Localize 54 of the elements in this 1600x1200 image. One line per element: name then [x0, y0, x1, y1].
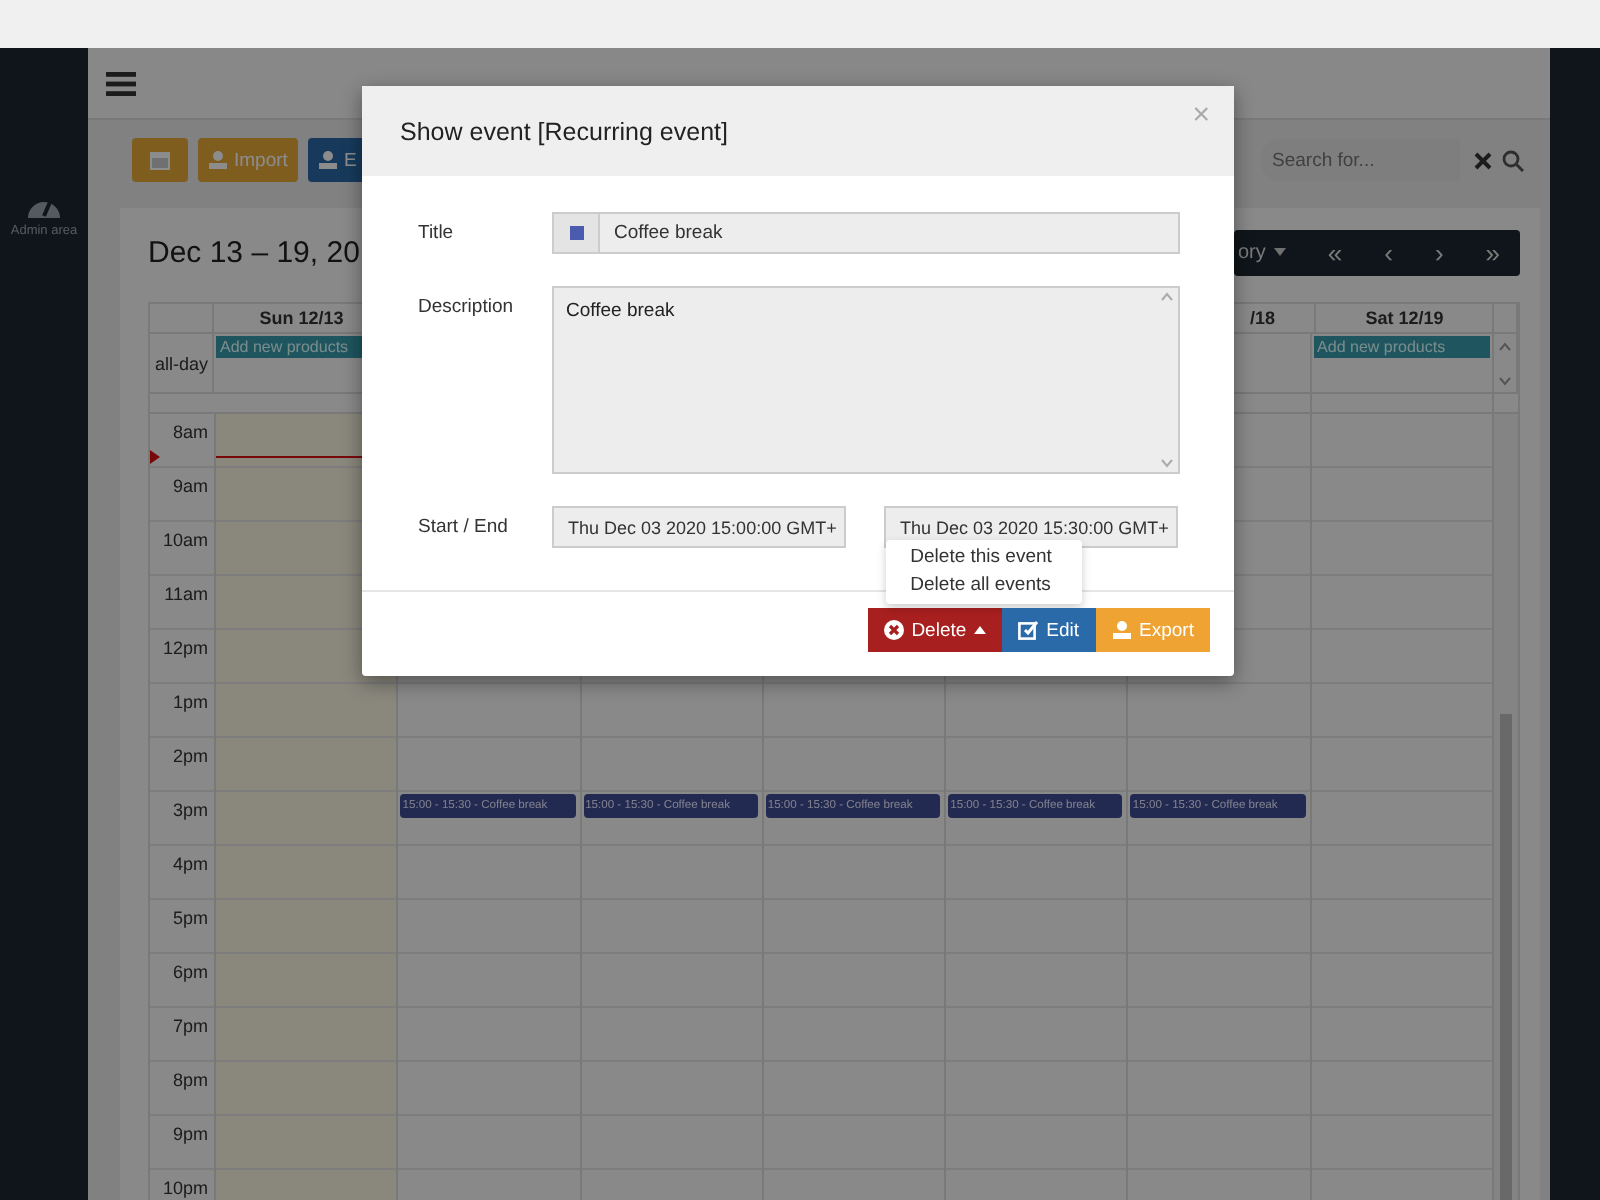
- all-day-event[interactable]: Add new products: [1313, 336, 1490, 358]
- dialog-title: Show event [Recurring event]: [400, 117, 728, 145]
- time-label: 1pm: [172, 692, 208, 712]
- nav-button[interactable]: ‹: [1372, 237, 1405, 267]
- person-icon: [208, 150, 228, 170]
- time-label: 9am: [172, 476, 208, 496]
- field-label: Title: [418, 220, 456, 244]
- time-label: 4pm: [172, 854, 208, 874]
- nav-button[interactable]: »: [1473, 237, 1512, 267]
- search-icon[interactable]: [1502, 149, 1524, 171]
- day-header: /18: [1249, 308, 1275, 328]
- delete-button[interactable]: Delete: [867, 608, 1003, 652]
- time-label: 8pm: [172, 1070, 208, 1090]
- field-label: Start / End: [418, 514, 510, 538]
- day-header: Sun 12/13: [259, 308, 344, 328]
- menu-item[interactable]: Delete this event: [886, 544, 1083, 572]
- x-circle-icon: [883, 620, 904, 640]
- caret-icon: [1273, 248, 1286, 256]
- calendar-icon: [150, 150, 170, 170]
- start-field[interactable]: Thu Dec 03 2020 15:00:00 GMT+: [552, 506, 846, 548]
- time-label: 2pm: [172, 746, 208, 766]
- color-addon[interactable]: [552, 212, 600, 254]
- time-label: 8am: [172, 422, 208, 442]
- scroll-arrows-icon[interactable]: [1497, 339, 1512, 387]
- menu-item[interactable]: Delete all events: [886, 572, 1083, 600]
- person-icon: [317, 150, 338, 170]
- clear-icon[interactable]: [1474, 151, 1492, 169]
- edit-icon: [1018, 620, 1039, 640]
- time-label: 12pm: [162, 638, 208, 658]
- export-button[interactable]: Export: [1095, 608, 1210, 652]
- field-label: Description: [418, 294, 516, 318]
- nav-button[interactable]: «: [1315, 237, 1355, 267]
- title-field[interactable]: Coffee break: [600, 212, 1180, 254]
- scrollbar[interactable]: [1493, 414, 1518, 1200]
- menu-icon[interactable]: [106, 71, 136, 95]
- time-label: 5pm: [172, 908, 208, 928]
- time-label: 10pm: [162, 1178, 208, 1198]
- date-range-title: Dec 13 – 19, 20: [148, 235, 360, 269]
- time-label: 10am: [162, 530, 208, 550]
- time-label: 9pm: [172, 1124, 208, 1144]
- view-dropdown[interactable]: ory: [1234, 241, 1298, 263]
- nav-button[interactable]: ›: [1422, 237, 1456, 267]
- day-header: Sat 12/19: [1365, 308, 1444, 328]
- edit-button[interactable]: Edit: [1002, 608, 1096, 652]
- time-label: 6pm: [172, 962, 208, 982]
- person-icon: [1111, 620, 1132, 640]
- export-button[interactable]: E: [307, 138, 367, 182]
- time-label: 3pm: [172, 800, 208, 820]
- time-label: 11am: [164, 584, 208, 604]
- all-day-label: all-day: [154, 353, 208, 373]
- description-field[interactable]: Coffee break: [552, 286, 1180, 474]
- now-marker-icon: [150, 450, 160, 464]
- caret-icon: [974, 626, 987, 634]
- time-label: 7pm: [172, 1016, 208, 1036]
